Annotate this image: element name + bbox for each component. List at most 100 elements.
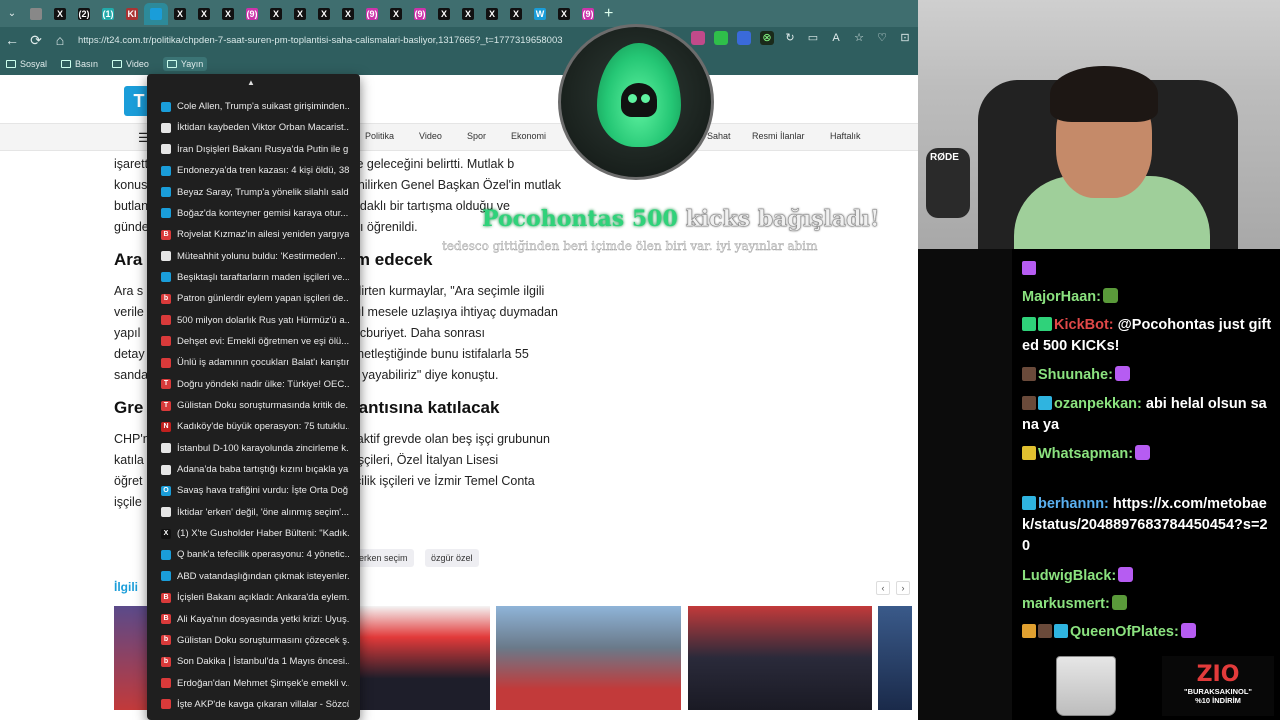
tag-ozgur-ozel[interactable]: özgür özel <box>425 549 479 567</box>
favorite-icon[interactable]: ☆ <box>852 31 866 45</box>
split-view-icon[interactable]: ▭ <box>806 31 820 45</box>
back-icon[interactable]: ← <box>0 32 24 48</box>
chat-username[interactable]: LudwigBlack: <box>1022 568 1116 584</box>
bookmark-folder-basin[interactable]: Basın <box>61 59 98 69</box>
browser-tab[interactable]: X <box>456 3 480 25</box>
history-menu-item[interactable]: 500 milyon dolarlık Rus yatı Hürmüz'ü a.… <box>147 310 360 331</box>
browser-tab[interactable]: (2) <box>72 3 96 25</box>
browser-tab[interactable]: X <box>504 3 528 25</box>
tag-erken-secim[interactable]: erken seçim <box>353 549 414 567</box>
history-menu-item[interactable]: İşte AKP'de kavga çıkaran villalar - Söz… <box>147 694 360 715</box>
browser-tab[interactable]: X <box>552 3 576 25</box>
history-menu-item[interactable]: Boğaz'da konteyner gemisi karaya otur... <box>147 203 360 224</box>
history-menu-item[interactable]: Beşiktaşlı taraftarların maden işçileri … <box>147 267 360 288</box>
history-menu-item[interactable]: Müteahhit yolunu buldu: 'Kestirmeden'... <box>147 245 360 266</box>
history-menu-item[interactable]: b Patron günlerdir eylem yapan işçileri d… <box>147 288 360 309</box>
browser-tab[interactable]: (9) <box>576 3 600 25</box>
extension-icon[interactable] <box>714 31 728 45</box>
related-thumbnail[interactable] <box>360 606 490 710</box>
browser-tab[interactable]: W <box>528 3 552 25</box>
nav-video[interactable]: Video <box>419 131 442 141</box>
nav-sahat[interactable]: Sahat <box>707 131 731 141</box>
new-tab-button[interactable]: + <box>604 5 613 23</box>
browser-tab[interactable]: X <box>312 3 336 25</box>
history-menu-item[interactable]: Beyaz Saray, Trump'a yönelik silahlı sal… <box>147 181 360 202</box>
chat-username[interactable]: Shuunahe: <box>1038 367 1113 383</box>
chat-username[interactable]: QueenOfPlates: <box>1070 624 1179 640</box>
chat-username[interactable]: Whatsapman: <box>1038 446 1133 462</box>
nav-spor[interactable]: Spor <box>467 131 486 141</box>
reload-icon[interactable]: ⟳ <box>24 32 48 49</box>
url-field[interactable]: https://t24.com.tr/politika/chpden-7-saa… <box>78 35 563 46</box>
history-menu-item[interactable]: B Rojvelat Kızmaz'ın ailesi yeniden yargı… <box>147 224 360 245</box>
bookmark-folder-video[interactable]: Video <box>112 59 149 69</box>
history-menu-item[interactable]: Q bank'a tefecilik operasyonu: 4 yönetic… <box>147 544 360 565</box>
history-menu-item[interactable]: b Son Dakika | İstanbul'da 1 Mayıs öncesi… <box>147 651 360 672</box>
history-menu-item[interactable]: T Gülistan Doku soruşturmasında kritik de… <box>147 395 360 416</box>
history-menu-item[interactable]: Adana'da baba tartıştığı kızını bıçakla … <box>147 459 360 480</box>
browser-tab[interactable]: (1) <box>96 3 120 25</box>
related-thumbnail[interactable] <box>496 606 681 710</box>
browser-tab[interactable]: X <box>384 3 408 25</box>
nav-ekonomi[interactable]: Ekonomi <box>511 131 546 141</box>
folder-icon <box>166 60 177 68</box>
history-menu-item[interactable]: İktidar 'erken' değil, 'öne alınmış seçi… <box>147 502 360 523</box>
history-menu-item[interactable]: B İçişleri Bakanı açıkladı: Ankara'da eyl… <box>147 587 360 608</box>
refresh-extension-icon[interactable]: ↻ <box>783 31 797 45</box>
history-menu-item[interactable]: Dehşet evi: Emekli öğretmen ve eşi ölü..… <box>147 331 360 352</box>
bookmark-folder-sosyal[interactable]: Sosyal <box>6 59 47 69</box>
screenshot-icon[interactable]: ⊡ <box>898 31 912 45</box>
collections-icon[interactable]: ♡ <box>875 31 889 45</box>
history-menu-item[interactable]: X (1) X'te Gusholder Haber Bülteni: "Kadı… <box>147 523 360 544</box>
chat-username[interactable]: KickBot: <box>1054 317 1114 333</box>
related-thumbnail[interactable] <box>878 606 912 710</box>
tab-list-icon[interactable]: ⌄ <box>0 3 24 25</box>
chat-username[interactable]: ozanpekkan: <box>1054 396 1142 412</box>
browser-tab[interactable]: (9) <box>360 3 384 25</box>
browser-tab[interactable]: X <box>336 3 360 25</box>
scroll-up-icon[interactable]: ▲ <box>247 78 255 87</box>
browser-tab[interactable]: X <box>48 3 72 25</box>
browser-tab[interactable]: X <box>264 3 288 25</box>
history-menu-item[interactable]: B Ali Kaya'nın dosyasında yetki krizi: Uy… <box>147 608 360 629</box>
history-menu-item[interactable]: T Doğru yöndeki nadir ülke: Türkiye! OEC.… <box>147 374 360 395</box>
browser-tab[interactable]: (9) <box>240 3 264 25</box>
history-menu-item[interactable]: Erdoğan'dan Mehmet Şimşek'e emekli v... <box>147 672 360 693</box>
extension-icon[interactable]: ⊗ <box>760 31 774 45</box>
read-aloud-icon[interactable]: A <box>829 31 843 45</box>
browser-tab[interactable]: Kl <box>120 3 144 25</box>
browser-tab[interactable]: X <box>216 3 240 25</box>
history-menu-item[interactable]: İstanbul D-100 karayolunda zincirleme k.… <box>147 438 360 459</box>
history-menu-item[interactable]: b Gülistan Doku soruşturmasını çözecek ş.… <box>147 630 360 651</box>
history-menu-item[interactable]: İran Dışişleri Bakanı Rusya'da Putin ile… <box>147 139 360 160</box>
browser-tab[interactable]: (9) <box>408 3 432 25</box>
nav-politika[interactable]: Politika <box>365 131 394 141</box>
extension-icon[interactable] <box>691 31 705 45</box>
extension-icon[interactable] <box>737 31 751 45</box>
related-thumbnail[interactable] <box>688 606 872 710</box>
browser-tab[interactable]: X <box>192 3 216 25</box>
browser-tab[interactable]: X <box>168 3 192 25</box>
related-thumbnail[interactable] <box>114 606 148 710</box>
chat-username[interactable]: berhannn: <box>1038 496 1109 512</box>
related-next-button[interactable]: › <box>896 581 910 595</box>
browser-tab[interactable]: X <box>480 3 504 25</box>
bookmark-folder-yayin[interactable]: Yayın <box>162 57 208 71</box>
history-menu-item[interactable]: ABD vatandaşlığından çıkmak isteyenler..… <box>147 566 360 587</box>
browser-tab[interactable] <box>24 3 48 25</box>
home-icon[interactable]: ⌂ <box>48 32 72 48</box>
nav-haftalik[interactable]: Haftalık <box>830 131 861 141</box>
chat-username[interactable]: markusmert: <box>1022 596 1110 612</box>
nav-resmi-ilanlar[interactable]: Resmi İlanlar <box>752 131 805 141</box>
history-menu-item[interactable]: N Kadıköy'de büyük operasyon: 75 tutuklu.… <box>147 416 360 437</box>
chat-username[interactable]: MajorHaan: <box>1022 289 1101 305</box>
history-menu-item[interactable]: O Savaş hava trafiğini vurdu: İşte Orta D… <box>147 480 360 501</box>
browser-tab[interactable]: X <box>432 3 456 25</box>
related-prev-button[interactable]: ‹ <box>876 581 890 595</box>
browser-tab[interactable] <box>144 2 168 25</box>
history-menu-item[interactable]: Cole Allen, Trump'a suikast girişiminden… <box>147 96 360 117</box>
history-menu-item[interactable]: İktidarı kaybeden Viktor Orban Macarist.… <box>147 117 360 138</box>
history-menu-item[interactable]: Endonezya'da tren kazası: 4 kişi öldü, 3… <box>147 160 360 181</box>
history-menu-item[interactable]: Ünlü iş adamının çocukları Balat'ı karış… <box>147 352 360 373</box>
browser-tab[interactable]: X <box>288 3 312 25</box>
